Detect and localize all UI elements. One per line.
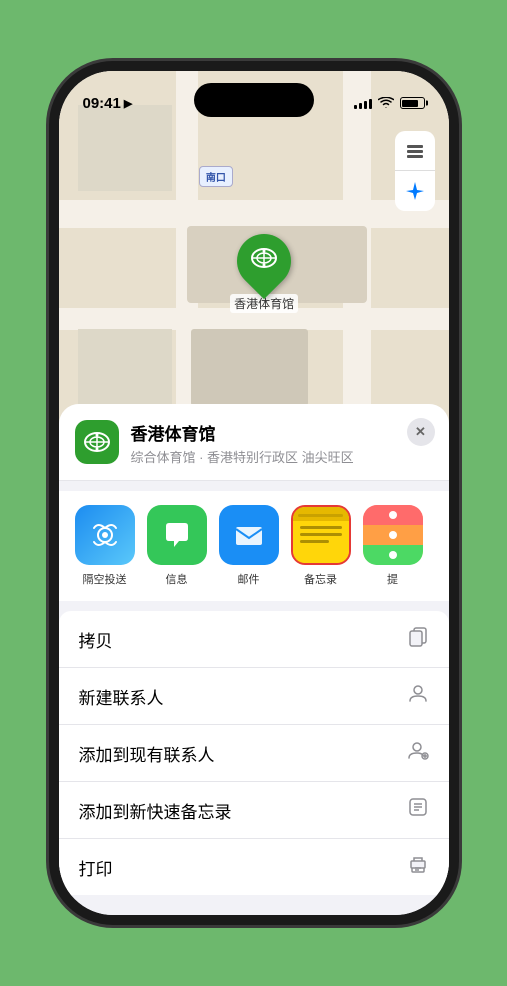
quick-note-icon <box>407 796 429 824</box>
dynamic-island <box>194 83 314 117</box>
location-arrow-icon: ▶ <box>124 97 132 110</box>
share-item-messages[interactable]: 信息 <box>147 505 207 587</box>
share-sheet: 香港体育馆 综合体育馆 · 香港特别行政区 油尖旺区 ✕ <box>59 404 449 915</box>
signal-bar-3 <box>364 101 367 109</box>
signal-bars <box>354 97 372 109</box>
action-print[interactable]: 打印 <box>59 839 449 895</box>
place-header: 香港体育馆 综合体育馆 · 香港特别行政区 油尖旺区 ✕ <box>59 404 449 481</box>
signal-bar-1 <box>354 105 357 109</box>
phone-frame: 09:41 ▶ <box>59 71 449 915</box>
wifi-icon <box>378 97 394 109</box>
map-layers-button[interactable] <box>395 131 435 171</box>
place-name: 香港体育馆 <box>131 420 433 445</box>
map-controls <box>395 131 435 211</box>
battery-fill <box>402 100 418 107</box>
share-item-mail[interactable]: 邮件 <box>219 505 279 587</box>
place-icon <box>75 420 119 464</box>
action-add-existing[interactable]: 添加到现有联系人 <box>59 725 449 782</box>
notes-label: 备忘录 <box>304 571 337 587</box>
notes-icon-wrap <box>291 505 351 565</box>
add-existing-label: 添加到现有联系人 <box>79 741 215 766</box>
new-contact-icon <box>407 682 429 710</box>
clock: 09:41 <box>83 95 121 112</box>
map-block-3 <box>78 329 172 406</box>
stadium-pin <box>226 223 302 299</box>
share-item-notes[interactable]: 备忘录 <box>291 505 351 587</box>
new-contact-label: 新建联系人 <box>79 684 164 709</box>
close-button[interactable]: ✕ <box>407 418 435 446</box>
copy-label: 拷贝 <box>79 627 113 652</box>
place-subtitle: 综合体育馆 · 香港特别行政区 油尖旺区 <box>131 447 433 466</box>
mail-icon-wrap <box>219 505 279 565</box>
messages-icon-wrap <box>147 505 207 565</box>
stadium-pin-icon <box>250 244 278 278</box>
airdrop-label: 隔空投送 <box>83 571 127 587</box>
place-info: 香港体育馆 综合体育馆 · 香港特别行政区 油尖旺区 <box>131 420 433 466</box>
map-block-4 <box>191 329 308 406</box>
status-time: 09:41 ▶ <box>83 95 133 112</box>
airdrop-icon-wrap <box>75 505 135 565</box>
action-list: 拷贝 新建联系人 添加到现有联系人 <box>59 611 449 895</box>
signal-bar-2 <box>359 103 362 109</box>
share-item-airdrop[interactable]: 隔空投送 <box>75 505 135 587</box>
map-road-horizontal-1 <box>59 200 449 228</box>
print-icon <box>407 853 429 881</box>
battery-icon <box>400 97 425 109</box>
action-new-contact[interactable]: 新建联系人 <box>59 668 449 725</box>
copy-icon <box>407 625 429 653</box>
action-quick-note[interactable]: 添加到新快速备忘录 <box>59 782 449 839</box>
mail-label: 邮件 <box>238 571 260 587</box>
more-icon-wrap <box>363 505 423 565</box>
add-existing-icon <box>407 739 429 767</box>
more-label: 提 <box>387 571 398 587</box>
signal-bar-4 <box>369 99 372 109</box>
print-label: 打印 <box>79 855 113 880</box>
share-item-more[interactable]: 提 <box>363 505 423 587</box>
messages-label: 信息 <box>166 571 188 587</box>
share-row: 隔空投送 信息 邮件 <box>59 491 449 601</box>
status-icons <box>354 97 425 109</box>
map-label-nankou: 南口 <box>199 166 233 187</box>
location-button[interactable] <box>395 171 435 211</box>
action-copy[interactable]: 拷贝 <box>59 611 449 668</box>
stadium-marker: 香港体育馆 <box>230 234 298 313</box>
quick-note-label: 添加到新快速备忘录 <box>79 798 232 823</box>
